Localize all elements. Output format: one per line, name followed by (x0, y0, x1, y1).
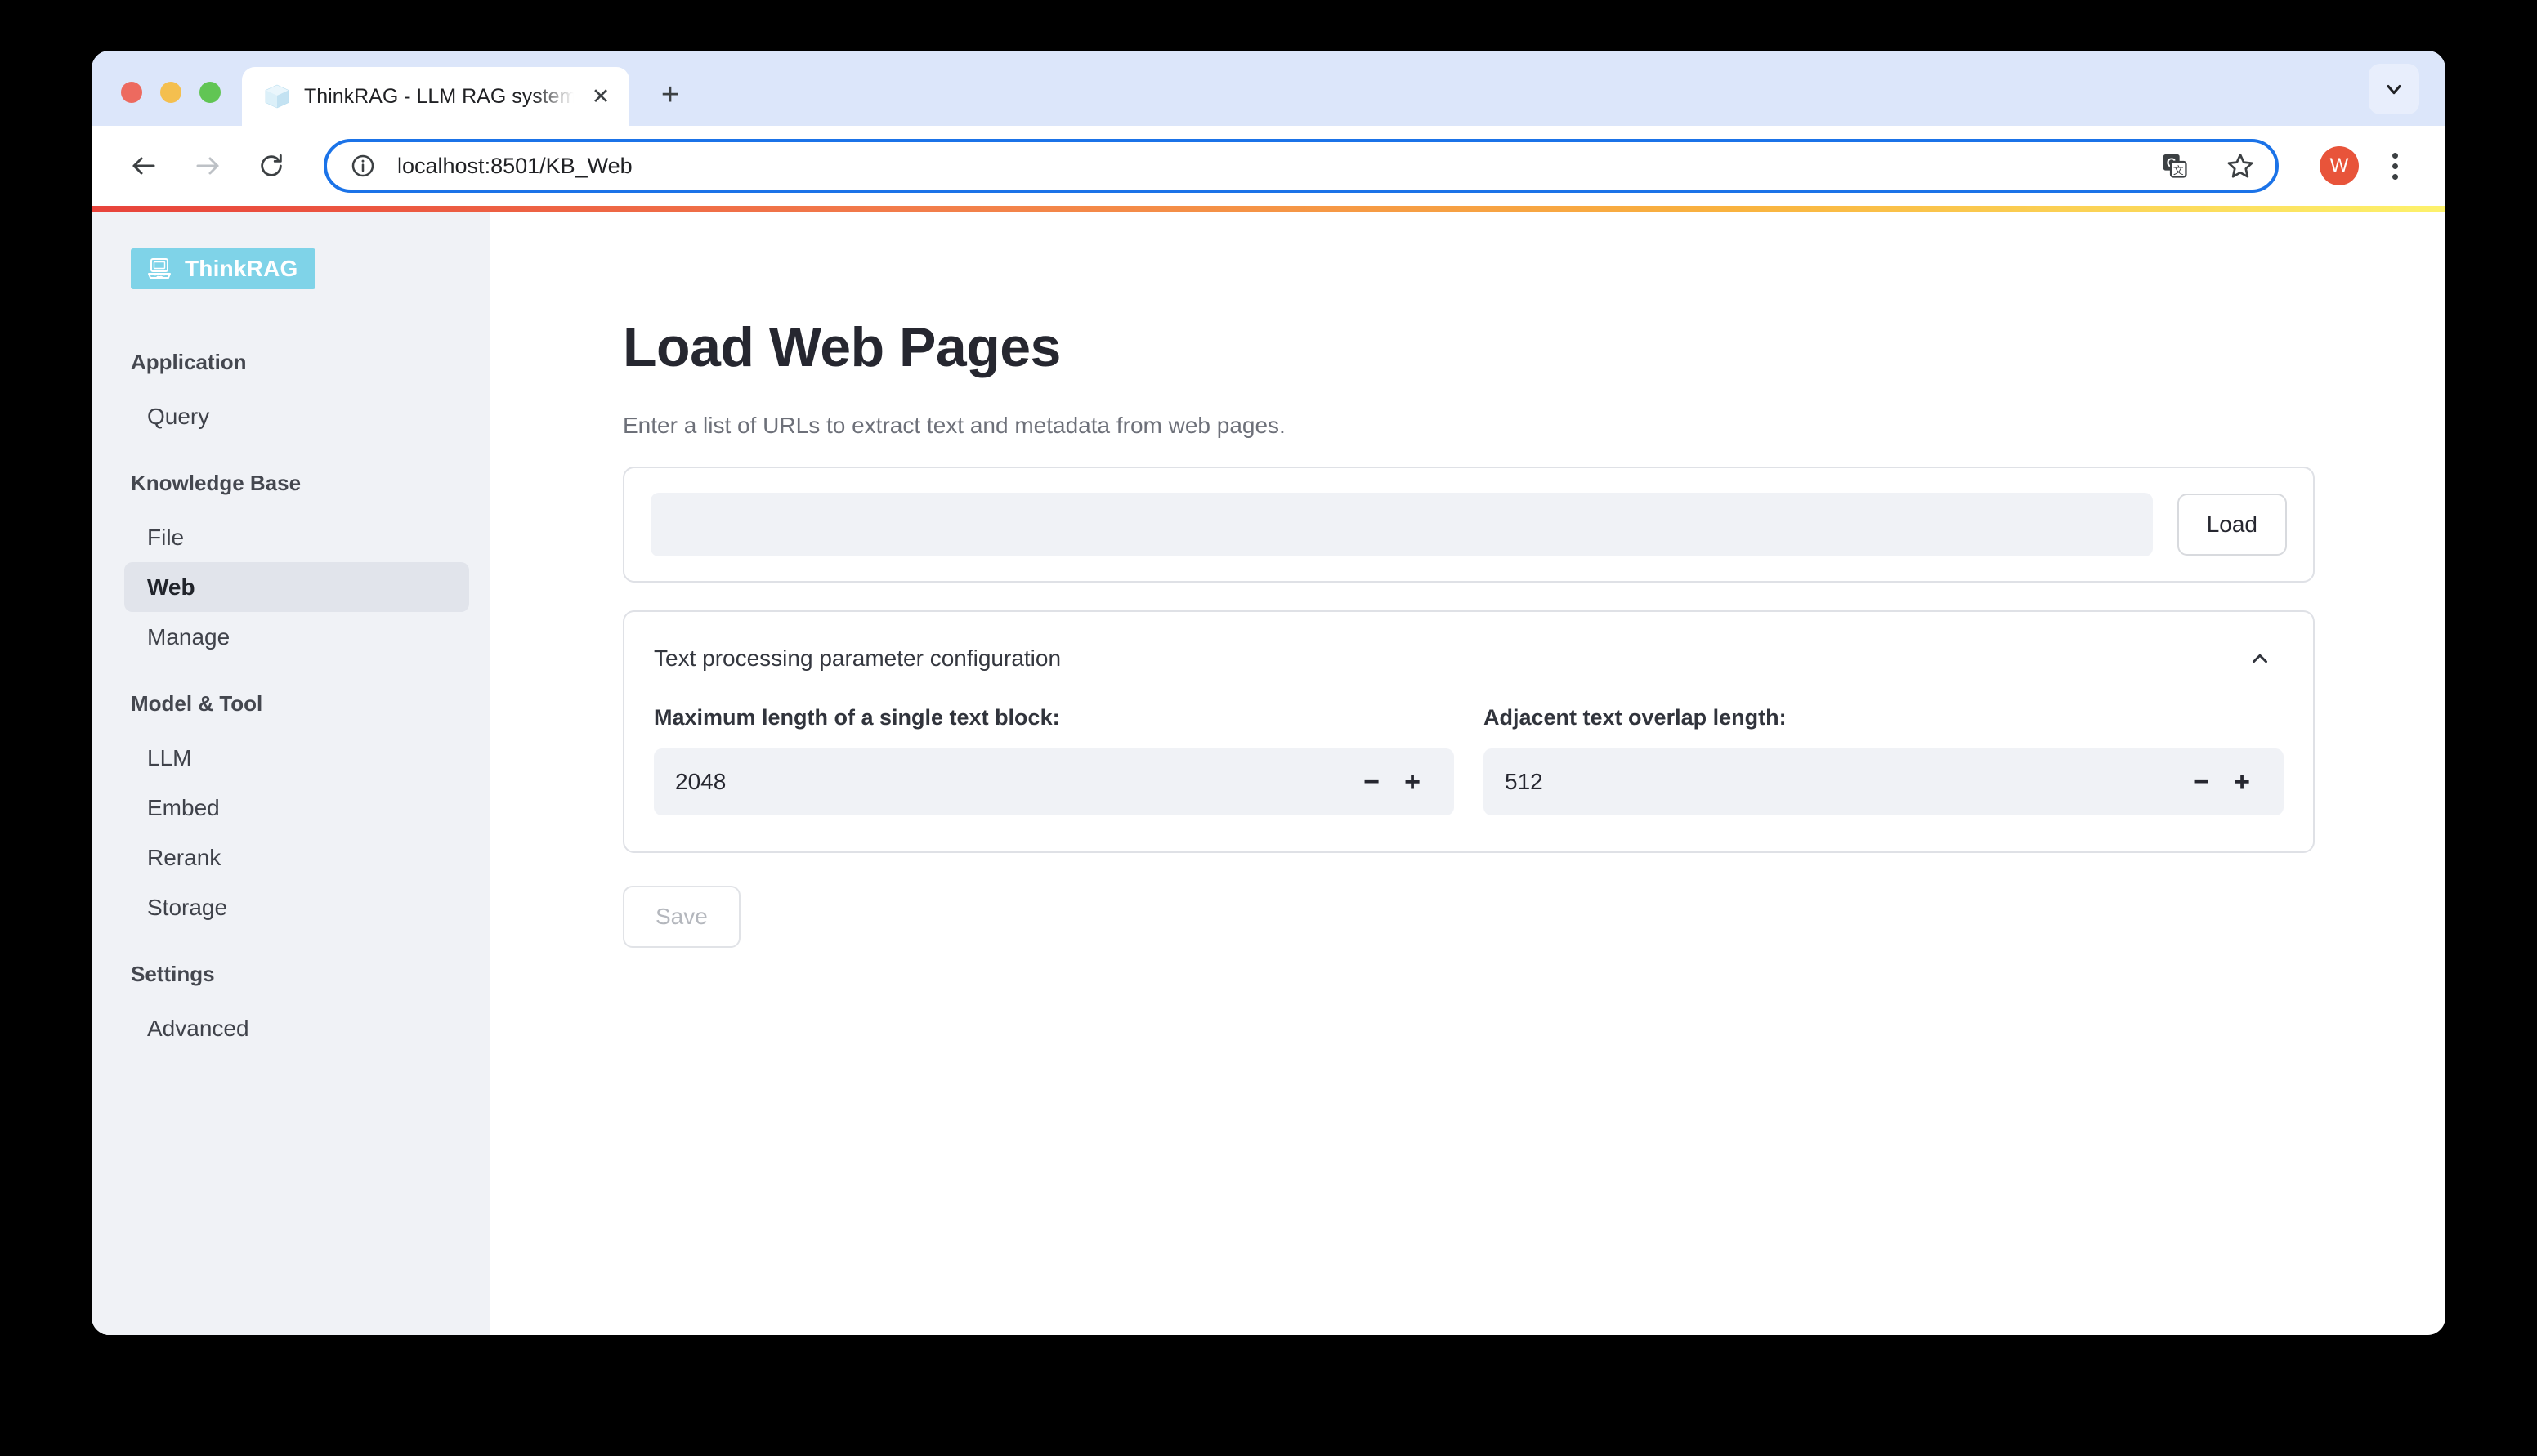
sidebar-item-web[interactable]: Web (124, 562, 469, 612)
minimize-window-button[interactable] (160, 82, 181, 103)
main-content: Load Web Pages Enter a list of URLs to e… (490, 212, 2445, 1335)
page-title: Load Web Pages (623, 316, 1061, 378)
adjacent-overlap-length-stepper[interactable]: − + (1483, 748, 2284, 815)
url-input[interactable] (651, 492, 2153, 556)
window-traffic-lights (92, 82, 242, 126)
translate-icon[interactable]: G 文 (2153, 144, 2197, 188)
sidebar-item-storage[interactable]: Storage (124, 882, 469, 932)
browser-toolbar: localhost:8501/KB_Web G 文 W (92, 126, 2445, 206)
app-logo[interactable]: ThinkRAG (131, 248, 316, 289)
sidebar-group-header: Knowledge Base (131, 471, 302, 495)
sidebar-item-query[interactable]: Query (124, 391, 469, 441)
sidebar-item-advanced[interactable]: Advanced (124, 1003, 469, 1053)
reload-icon[interactable] (242, 136, 301, 195)
avatar[interactable]: W (2320, 146, 2359, 185)
sidebar-item-manage[interactable]: Manage (124, 612, 469, 662)
decrement-button[interactable]: − (1351, 761, 1392, 803)
max-text-block-length-input[interactable] (675, 768, 1351, 795)
increment-button[interactable]: + (2222, 761, 2262, 803)
max-text-block-length-stepper[interactable]: − + (654, 748, 1454, 815)
sidebar-group-application: Application Query (92, 350, 490, 441)
expander-body: Maximum length of a single text block: −… (624, 699, 2313, 851)
sidebar-item-embed[interactable]: Embed (124, 783, 469, 833)
field-label: Maximum length of a single text block: (654, 704, 1060, 730)
info-circle-icon[interactable] (350, 153, 376, 179)
load-button[interactable]: Load (2177, 493, 2287, 556)
browser-window: ThinkRAG - LLM RAG system ✕ + localhost:… (92, 51, 2445, 1335)
app-body: ThinkRAG Application Query Knowledge Bas… (92, 212, 2445, 1335)
url-text[interactable]: localhost:8501/KB_Web (397, 154, 2132, 179)
save-row: Save (623, 885, 2315, 948)
ice-cube-favicon (265, 84, 289, 109)
streamlit-gradient-bar (92, 206, 2445, 212)
chevron-down-icon[interactable] (2369, 64, 2419, 114)
chevron-up-icon[interactable] (2239, 638, 2280, 679)
star-icon[interactable] (2218, 144, 2262, 188)
max-text-block-length-field: Maximum length of a single text block: −… (654, 705, 1454, 815)
back-arrow-icon[interactable] (114, 136, 173, 195)
laptop-icon (148, 258, 171, 279)
adjacent-overlap-length-input[interactable] (1505, 768, 2181, 795)
svg-text:文: 文 (2173, 164, 2184, 176)
expander-title: Text processing parameter configuration (654, 645, 1062, 671)
sidebar-group-model-tool: Model & Tool LLM Embed Rerank Storage (92, 691, 490, 932)
sidebar-item-rerank[interactable]: Rerank (124, 833, 469, 882)
three-dot-menu-icon[interactable] (2372, 143, 2418, 189)
adjacent-overlap-length-field: Adjacent text overlap length: − + (1483, 705, 2284, 815)
app-logo-text: ThinkRAG (185, 256, 298, 281)
sidebar-item-llm[interactable]: LLM (124, 733, 469, 783)
browser-tab[interactable]: ThinkRAG - LLM RAG system ✕ (242, 67, 629, 126)
expander-header[interactable]: Text processing parameter configuration (624, 612, 2313, 699)
sidebar-group-header: Settings (131, 962, 215, 986)
maximize-window-button[interactable] (199, 82, 221, 103)
sidebar-nav: Application Query Knowledge Base File We… (92, 350, 490, 1053)
field-label: Adjacent text overlap length: (1483, 704, 1787, 730)
url-loader-card: Load (623, 466, 2315, 583)
sidebar-group-knowledge-base: Knowledge Base File Web Manage (92, 471, 490, 662)
close-icon[interactable]: ✕ (587, 83, 615, 110)
tab-title: ThinkRAG - LLM RAG system (304, 84, 574, 108)
close-window-button[interactable] (121, 82, 142, 103)
save-button[interactable]: Save (623, 885, 741, 948)
decrement-button[interactable]: − (2181, 761, 2222, 803)
page-subtitle: Enter a list of URLs to extract text and… (623, 412, 1286, 438)
tab-strip: ThinkRAG - LLM RAG system ✕ + (92, 51, 2445, 126)
sidebar-group-header: Application (131, 350, 247, 374)
sidebar-item-file[interactable]: File (124, 512, 469, 562)
address-bar[interactable]: localhost:8501/KB_Web G 文 (324, 139, 2279, 193)
increment-button[interactable]: + (1392, 761, 1433, 803)
text-processing-expander: Text processing parameter configuration … (623, 610, 2315, 853)
sidebar: ThinkRAG Application Query Knowledge Bas… (92, 212, 490, 1335)
sidebar-group-header: Model & Tool (131, 691, 263, 716)
forward-arrow-icon[interactable] (178, 136, 237, 195)
sidebar-group-settings: Settings Advanced (92, 962, 490, 1053)
new-tab-button[interactable]: + (647, 72, 693, 118)
